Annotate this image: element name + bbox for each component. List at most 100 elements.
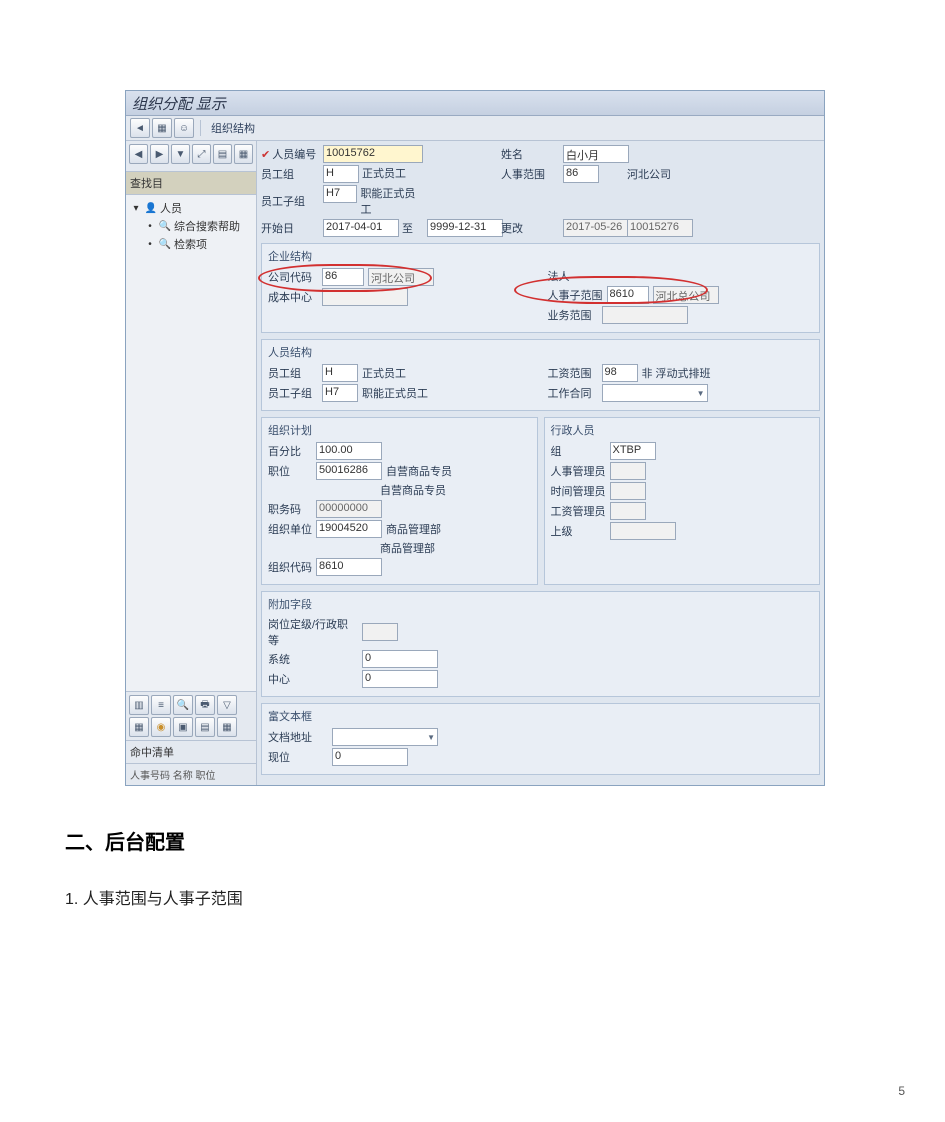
time-admin-input[interactable] xyxy=(610,482,646,500)
hr-admin-input[interactable] xyxy=(610,462,646,480)
wfa-text: 非 浮动式排班 xyxy=(642,365,711,381)
okey-input[interactable]: 8610 xyxy=(316,558,382,576)
hitlist-columns: 人事号码 名称 职位 xyxy=(126,763,256,785)
tree-toggle-icon[interactable]: ▾ xyxy=(130,202,142,214)
name-input[interactable]: 白小月 xyxy=(563,145,629,163)
sheet-icon[interactable]: ▦ xyxy=(152,118,172,138)
area-label: 人事范围 xyxy=(501,166,559,182)
print-icon[interactable]: 🖶 xyxy=(195,695,215,715)
copy-icon[interactable]: ▣ xyxy=(173,717,193,737)
legal-label: 法人 xyxy=(548,268,598,284)
section-enterprise-title: 企业结构 xyxy=(268,248,813,264)
section-admin: 行政人员 组XTBP 人事管理员 时间管理员 工资管理员 上级 xyxy=(544,417,821,585)
time-admin-label: 时间管理员 xyxy=(551,483,606,499)
area-text: 河北公司 xyxy=(627,166,707,182)
search-section-title: 查找目 xyxy=(126,172,256,195)
admin-grp-label: 组 xyxy=(551,443,606,459)
eg2-label: 员工组 xyxy=(268,365,318,381)
file-select[interactable]: ▼ xyxy=(332,728,438,746)
pos-text1: 自营商品专员 xyxy=(386,463,452,479)
pos-input[interactable]: 50016286 xyxy=(316,462,382,480)
coins-icon[interactable]: ◉ xyxy=(151,717,171,737)
section-additional: 附加字段 岗位定级/行政职等 系统0 中心0 xyxy=(261,591,820,697)
start-date-input[interactable]: 2017-04-01 xyxy=(323,219,399,237)
main-form: ✔人员编号 10015762 姓名 白小月 员工组 H 正式员工 人事范围 86 xyxy=(257,141,824,785)
search-term-icon: 🔍 xyxy=(159,238,171,250)
cocode-input[interactable]: 86 xyxy=(322,268,364,286)
nav-back-icon[interactable]: ◀ xyxy=(129,144,148,164)
end-date-input[interactable]: 9999-12-31 xyxy=(427,219,503,237)
bizarea-input[interactable] xyxy=(602,306,688,324)
lvl-input[interactable] xyxy=(362,623,398,641)
nav-page-icon[interactable]: ▤ xyxy=(213,144,232,164)
person-icon: 👤 xyxy=(145,202,157,214)
name-label: 姓名 xyxy=(501,146,559,162)
toolbar-structure-label[interactable]: 组织结构 xyxy=(211,120,255,136)
eg2-input[interactable]: H xyxy=(322,364,358,382)
esg2-text: 职能正式员工 xyxy=(362,385,428,401)
psub-input[interactable]: 8610 xyxy=(607,286,649,304)
grid-icon[interactable]: ▦ xyxy=(129,717,149,737)
pos-label: 职位 xyxy=(268,463,312,479)
section-admin-title: 行政人员 xyxy=(551,422,814,438)
area-code-input[interactable]: 86 xyxy=(563,165,599,183)
person-icon[interactable]: ☺ xyxy=(174,118,194,138)
job-input[interactable]: 00000000 xyxy=(316,500,382,518)
person-no-label: ✔人员编号 xyxy=(261,146,319,162)
ou-text2: 商品管理部 xyxy=(380,540,435,556)
esg2-input[interactable]: H7 xyxy=(322,384,358,402)
wfa-input[interactable]: 98 xyxy=(602,364,638,382)
esub-code-input[interactable]: H7 xyxy=(323,185,357,203)
esub-label: 员工子组 xyxy=(261,193,319,209)
layout-icon[interactable]: ▦ xyxy=(217,717,237,737)
pay-admin-input[interactable] xyxy=(610,502,646,520)
costcenter-input[interactable] xyxy=(322,288,408,306)
section-additional-title: 附加字段 xyxy=(268,596,813,612)
eg-code-input[interactable]: H xyxy=(323,165,359,183)
sys-input[interactable]: 0 xyxy=(362,650,438,668)
ctr-input[interactable]: 0 xyxy=(362,670,438,688)
doc-heading-2: 二、后台配置 xyxy=(65,826,880,855)
nav-fwd-icon[interactable]: ▶ xyxy=(150,144,169,164)
pct-label: 百分比 xyxy=(268,443,312,459)
admin-grp-input[interactable]: XTBP xyxy=(610,442,656,460)
nav-menu-icon[interactable]: ▼ xyxy=(171,144,190,164)
file-label: 文档地址 xyxy=(268,729,328,745)
tree-person-label[interactable]: 人员 xyxy=(160,200,182,216)
to-label: 至 xyxy=(402,220,413,236)
sap-window: 组织分配 显示 ◄ ▦ ☺ 组织结构 ◀ ▶ ▼ ⤢ ▤ ▦ 查找目 xyxy=(125,90,825,786)
cur-input[interactable]: 0 xyxy=(332,748,408,766)
doc-heading-3: 1. 人事范围与人事子范围 xyxy=(65,885,880,909)
esg2-label: 员工子组 xyxy=(268,385,318,401)
list-icon[interactable]: ≡ xyxy=(151,695,171,715)
ou-input[interactable]: 19004520 xyxy=(316,520,382,538)
supervisor-label: 上级 xyxy=(551,523,606,539)
nav-expand-icon[interactable]: ⤢ xyxy=(192,144,211,164)
glass-icon[interactable]: 🔍 xyxy=(173,695,193,715)
tree-item-a[interactable]: 综合搜索帮助 xyxy=(174,218,240,234)
start-label: 开始日 xyxy=(261,220,319,236)
contract-select[interactable]: ▼ xyxy=(602,384,708,402)
columns-icon[interactable]: ▥ xyxy=(129,695,149,715)
filter-icon[interactable]: ▽ xyxy=(217,695,237,715)
section-notes: 富文本框 文档地址 ▼ 现位 0 xyxy=(261,703,820,775)
okey-label: 组织代码 xyxy=(268,559,312,575)
psub-label: 人事子范围 xyxy=(548,287,603,303)
eg-text: 正式员工 xyxy=(362,165,406,183)
search-help-icon: 🔍 xyxy=(159,220,171,232)
section-personnel-title: 人员结构 xyxy=(268,344,813,360)
pct-input[interactable]: 100.00 xyxy=(316,442,382,460)
tree-item-b[interactable]: 检索项 xyxy=(174,236,207,252)
costcenter-label: 成本中心 xyxy=(268,289,318,305)
cur-label: 现位 xyxy=(268,749,328,765)
back-icon[interactable]: ◄ xyxy=(130,118,150,138)
hr-admin-label: 人事管理员 xyxy=(551,463,606,479)
section-personnel: 人员结构 员工组 H 正式员工 员工子组 H7 职能正式员工 xyxy=(261,339,820,411)
supervisor-input[interactable] xyxy=(610,522,676,540)
sheet2-icon[interactable]: ▤ xyxy=(195,717,215,737)
pay-admin-label: 工资管理员 xyxy=(551,503,606,519)
cocode-label: 公司代码 xyxy=(268,269,318,285)
contract-label: 工作合同 xyxy=(548,385,598,401)
nav-extra-icon[interactable]: ▦ xyxy=(234,144,253,164)
person-no-input[interactable]: 10015762 xyxy=(323,145,423,163)
